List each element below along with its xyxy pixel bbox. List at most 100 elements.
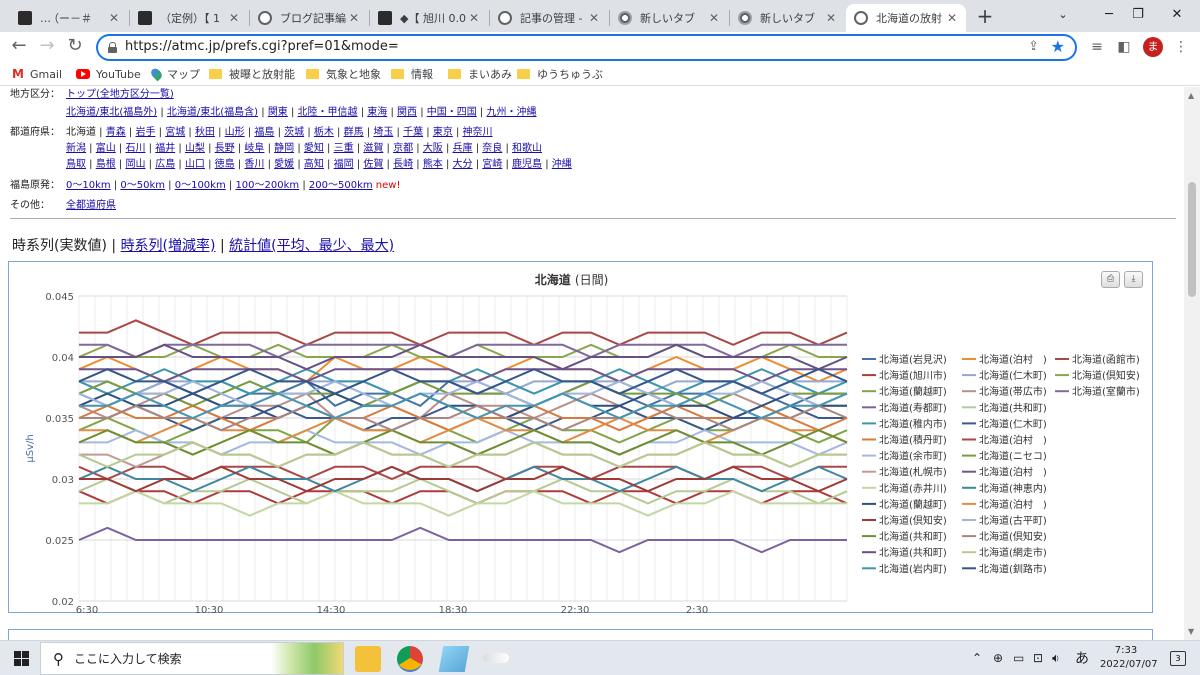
tab-active[interactable]: 北海道の放射 ✕ (846, 4, 966, 32)
taskbar-clock[interactable]: 7:33 2022/07/07 (1100, 644, 1158, 672)
prefecture-link[interactable]: 岩手 (135, 127, 155, 138)
prefecture-link[interactable]: 埼玉 (373, 127, 393, 138)
region-link[interactable]: 九州・沖縄 (486, 107, 536, 118)
tray-chevron-icon[interactable]: ⌃ (972, 651, 982, 665)
prefecture-link[interactable]: 京都 (393, 143, 413, 154)
prefecture-link[interactable]: 秋田 (195, 127, 215, 138)
bookmark-folder[interactable]: ゆうちゅうぶ (517, 66, 603, 82)
bookmark-folder[interactable]: 被曝と放射能 (209, 66, 295, 82)
tray-icon[interactable]: ⊕ (993, 651, 1003, 665)
tab[interactable]: （定例）【 1 ✕ (130, 4, 248, 32)
prefecture-link[interactable]: 沖縄 (552, 159, 572, 170)
prefecture-link[interactable]: 島根 (96, 159, 116, 170)
app-taskbar-icon[interactable] (483, 653, 509, 663)
prefecture-link[interactable]: 香川 (244, 159, 264, 170)
prefecture-link[interactable]: 愛媛 (274, 159, 294, 170)
prefecture-link[interactable]: 奈良 (482, 143, 502, 154)
prefecture-link[interactable]: 和歌山 (512, 143, 542, 154)
scroll-down-icon[interactable]: ▼ (1188, 627, 1194, 636)
ime-indicator[interactable]: あ (1075, 648, 1089, 668)
prefecture-link[interactable]: 静岡 (274, 143, 294, 154)
region-top-link[interactable]: トップ(全地方区分一覧) (66, 89, 174, 100)
region-link[interactable]: 関東 (268, 107, 288, 118)
prefecture-link[interactable]: 青森 (106, 127, 126, 138)
close-tab-icon[interactable]: ✕ (106, 11, 122, 25)
prefecture-link[interactable]: 愛知 (304, 143, 324, 154)
prefecture-link[interactable]: 大分 (453, 159, 473, 170)
menu-kebab-icon[interactable]: ⋮ (1170, 36, 1192, 58)
all-prefectures-link[interactable]: 全都道府県 (66, 200, 116, 211)
prefecture-link[interactable]: 佐賀 (363, 159, 383, 170)
prefecture-link[interactable]: 山形 (225, 127, 245, 138)
region-link[interactable]: 東海 (367, 107, 387, 118)
close-tab-icon[interactable]: ✕ (944, 11, 960, 25)
prefecture-link[interactable]: 栃木 (314, 127, 334, 138)
prefecture-link[interactable]: 山梨 (185, 143, 205, 154)
prefecture-link[interactable]: 福井 (155, 143, 175, 154)
prefecture-link[interactable]: 長野 (215, 143, 235, 154)
view-tab-stats[interactable]: 統計値(平均、最少、最大) (229, 238, 394, 254)
forward-arrow-icon[interactable]: → (35, 35, 59, 59)
prefecture-link[interactable]: 徳島 (215, 159, 235, 170)
reading-list-icon[interactable]: ≡ (1086, 36, 1108, 58)
windows-start-icon[interactable] (14, 651, 29, 666)
fukushima-distance-link[interactable]: 0〜10km (66, 180, 111, 191)
prefecture-link[interactable]: 福岡 (334, 159, 354, 170)
bookmark-maps[interactable]: マップ (149, 66, 200, 82)
url-text[interactable]: https://atmc.jp/prefs.cgi?pref=01&mode= (125, 39, 399, 54)
close-tab-icon[interactable]: ✕ (823, 11, 839, 25)
app-taskbar-icon[interactable] (438, 646, 470, 672)
new-tab-button[interactable]: + (973, 5, 997, 29)
fukushima-distance-link[interactable]: 0〜50km (120, 180, 165, 191)
back-arrow-icon[interactable]: ← (7, 35, 31, 59)
region-link[interactable]: 北海道/東北(福島含) (167, 107, 258, 118)
tab-search-icon[interactable]: ⌄ (1040, 0, 1086, 32)
close-window-button[interactable]: ✕ (1154, 0, 1200, 32)
prefecture-link[interactable]: 茨城 (284, 127, 304, 138)
prefecture-link[interactable]: 鹿児島 (512, 159, 542, 170)
prefecture-link[interactable]: 山口 (185, 159, 205, 170)
bookmark-gmail[interactable]: M Gmail (12, 66, 62, 82)
prefecture-link[interactable]: 広島 (155, 159, 175, 170)
prefecture-link[interactable]: 岐阜 (244, 143, 264, 154)
prefecture-link[interactable]: 滋賀 (363, 143, 383, 154)
bookmark-folder[interactable]: まいあみ (448, 66, 512, 82)
side-panel-icon[interactable]: ◧ (1113, 36, 1135, 58)
prefecture-link[interactable]: 新潟 (66, 143, 86, 154)
prefecture-link[interactable]: 宮崎 (482, 159, 502, 170)
tab[interactable]: 新しいタブ ✕ (610, 4, 728, 32)
chrome-taskbar-icon[interactable] (397, 646, 423, 672)
battery-icon[interactable]: ▭ (1013, 651, 1024, 665)
fukushima-distance-link[interactable]: 0〜100km (175, 180, 226, 191)
bookmark-star-icon[interactable]: ★ (1051, 37, 1065, 56)
region-link[interactable]: 北陸・甲信越 (298, 107, 358, 118)
prefecture-link[interactable]: 熊本 (423, 159, 443, 170)
fukushima-distance-link[interactable]: 200〜500km (309, 180, 373, 191)
prefecture-link[interactable]: 長崎 (393, 159, 413, 170)
page-scrollbar[interactable]: ▲ ▼ (1184, 87, 1200, 640)
prefecture-link[interactable]: 神奈川 (463, 127, 493, 138)
prefecture-link[interactable]: 高知 (304, 159, 324, 170)
tab[interactable]: （ー－＃ ✕ (40, 4, 128, 32)
bookmark-folder[interactable]: 情報 (391, 66, 433, 82)
prefecture-link[interactable]: 三重 (334, 143, 354, 154)
scroll-thumb[interactable] (1188, 182, 1196, 297)
view-tab-rate[interactable]: 時系列(増減率) (121, 238, 216, 254)
prefecture-link[interactable]: 福島 (254, 127, 274, 138)
region-link[interactable]: 北海道/東北(福島外) (66, 107, 157, 118)
prefecture-link[interactable]: 石川 (125, 143, 145, 154)
scroll-up-icon[interactable]: ▲ (1188, 91, 1194, 100)
taskbar-search[interactable]: ⚲ ここに入力して検索 (40, 642, 344, 675)
prefecture-link[interactable]: 鳥取 (66, 159, 86, 170)
close-tab-icon[interactable]: ✕ (586, 11, 602, 25)
volume-icon[interactable]: 🔉︎ (1052, 651, 1060, 666)
prefecture-link[interactable]: 千葉 (403, 127, 423, 138)
lock-icon[interactable] (108, 42, 117, 53)
prefecture-link[interactable]: 群馬 (344, 127, 364, 138)
close-tab-icon[interactable]: ✕ (466, 11, 482, 25)
prefecture-link[interactable]: 大阪 (423, 143, 443, 154)
close-tab-icon[interactable]: ✕ (346, 11, 362, 25)
prefecture-link[interactable]: 東京 (433, 127, 453, 138)
close-tab-icon[interactable]: ✕ (706, 11, 722, 25)
notification-icon[interactable]: 3 (1170, 651, 1186, 666)
